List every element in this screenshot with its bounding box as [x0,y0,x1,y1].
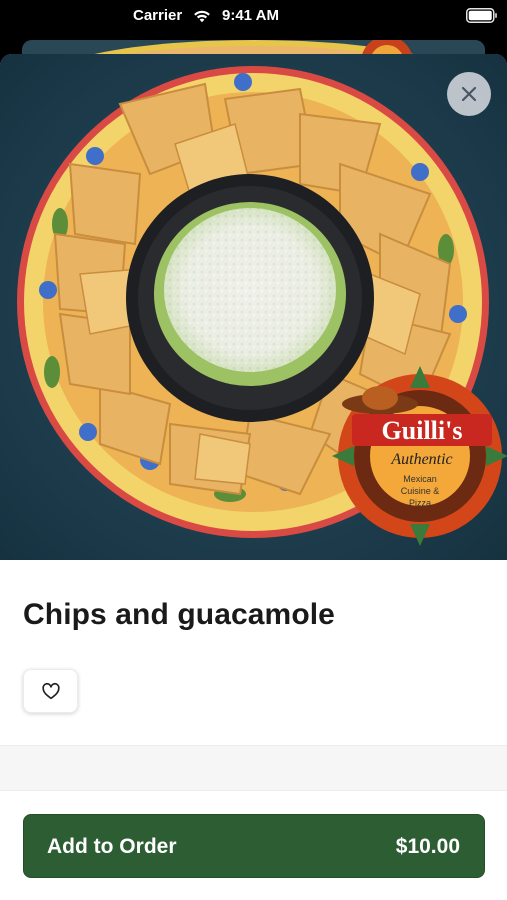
status-carrier: Carrier [133,7,183,24]
svg-text:Cuisine &: Cuisine & [401,486,440,496]
status-bar: Carrier 9:41 AM [0,0,507,32]
item-title: Chips and guacamole [23,598,335,631]
favorite-button[interactable] [23,669,78,713]
svg-text:Authentic: Authentic [390,451,452,468]
svg-text:Pizza: Pizza [409,498,431,508]
add-to-order-label: Add to Order [47,835,177,858]
heart-icon [41,683,60,700]
svg-text:Mexican: Mexican [403,474,437,484]
section-divider [0,745,507,791]
wifi-icon [194,10,210,23]
add-to-order-button[interactable]: Add to Order $10.00 [23,814,485,878]
item-price: $10.00 [395,835,460,858]
close-icon [461,86,477,102]
screen: Carrier 9:41 AM Guilli's Authentic Mexic… [0,0,507,900]
status-time: 9:41 AM [222,7,279,24]
item-detail-sheet: Guilli's Authentic Mexican Cuisine & Piz… [0,54,507,900]
item-image: Guilli's Authentic Mexican Cuisine & Piz… [0,54,507,560]
battery-icon [466,8,497,23]
close-button[interactable] [447,72,491,116]
svg-text:Guilli's: Guilli's [382,416,463,445]
